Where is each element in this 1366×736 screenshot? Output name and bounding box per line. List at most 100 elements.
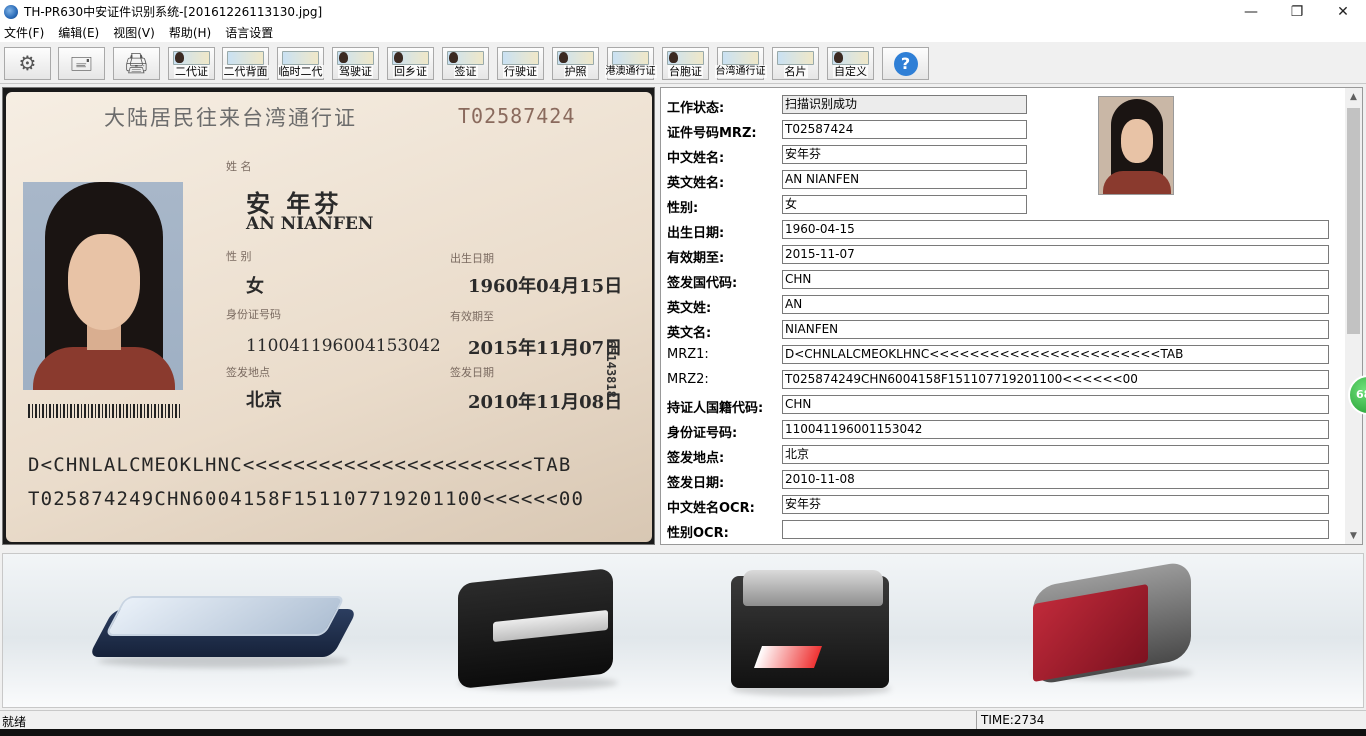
help-button[interactable]: ? [882,47,929,80]
window-controls: — ❐ ✕ [1228,0,1366,23]
scroll-up-icon[interactable]: ▲ [1345,88,1362,105]
field-label: 工作状态: [667,101,725,116]
toolbar-button-vehicle-license[interactable]: 行驶证 [497,47,544,80]
field-value[interactable]: 110041196001153042 [782,420,1329,439]
help-icon: ? [893,52,918,76]
toolbar-label: 二代背面 [222,65,269,78]
field-label: 签发国代码: [667,276,738,291]
field-label: 出生日期: [667,226,725,241]
field-value[interactable]: 女 [782,195,1027,214]
issue-date-label: 签发日期 [450,366,494,379]
close-button[interactable]: ✕ [1320,0,1366,23]
toolbar-button-custom[interactable]: 自定义 [827,47,874,80]
menu-view[interactable]: 视图(V) [113,24,155,41]
face-icon [559,52,568,63]
menu-file[interactable]: 文件(F) [4,24,44,41]
document-number: T02587424 [458,104,576,128]
scrollbar-thumb[interactable] [1347,108,1360,334]
toolbar-button-taiwan-card[interactable]: 台胞证 [662,47,709,80]
id-card-icon [612,51,649,65]
id-card-icon [722,51,759,65]
field-row: 出生日期: 1960-04-15 [661,217,1346,242]
title-bar: TH-PR630中安证件识别系统-[20161226113130.jpg] — … [0,0,1366,23]
minimize-button[interactable]: — [1228,0,1274,23]
issue-place-label: 签发地点 [226,366,270,379]
holder-photo [23,182,183,390]
scan-button[interactable]: 🖃 [58,47,105,80]
field-label: 性别: [667,201,699,216]
reader-icon: 🖨 [123,51,150,75]
field-value[interactable] [782,520,1329,539]
toolbar-label: 临时二代 [277,65,324,78]
field-row: 性别OCR: [661,517,1346,542]
reader-button[interactable]: 🖨 [113,47,160,80]
field-row: 英文姓: AN [661,292,1346,317]
field-row: 有效期至: 2015-11-07 [661,242,1346,267]
menu-bar: 文件(F) 编辑(E) 视图(V) 帮助(H) 语言设置 [0,23,1366,42]
field-row: 中文姓名OCR: 安年芬 [661,492,1346,517]
menu-help[interactable]: 帮助(H) [169,24,211,41]
id-card-icon [282,51,319,65]
toolbar-button-driver-license[interactable]: 驾驶证 [332,47,379,80]
scan-icon: 🖃 [69,51,94,75]
toolbar-button-visa[interactable]: 签证 [442,47,489,80]
face-icon [834,52,843,63]
field-value[interactable]: 安年芬 [782,495,1329,514]
id-number-label: 身份证号码 [226,308,281,321]
scroll-down-icon[interactable]: ▼ [1345,527,1362,544]
toolbar-label: 二代证 [174,65,209,78]
field-value[interactable]: 2010-11-08 [782,470,1329,489]
field-label: 持证人国籍代码: [667,401,764,416]
toolbar-button-taiwan-permit[interactable]: 台湾通行证 [714,47,767,80]
toolbar-button-hk-macau-permit[interactable]: 港澳通行证 [604,47,657,80]
toolbar-label: 名片 [783,65,808,78]
field-label: 中文姓名OCR: [667,501,755,516]
field-row: 证件号码MRZ: T02587424 [661,117,1346,142]
document-title: 大陆居民往来台湾通行证 [104,106,357,130]
window-title: TH-PR630中安证件识别系统-[20161226113130.jpg] [24,5,323,19]
id-number-value: 110041196004153042 [246,336,441,356]
face-icon [394,52,403,63]
field-value[interactable]: AN NIANFEN [782,170,1027,189]
toolbar-button-id-card-2-back[interactable]: 二代背面 [222,47,269,80]
field-label: 身份证号码: [667,426,738,441]
menu-edit[interactable]: 编辑(E) [58,24,99,41]
toolbar-button-home-return-permit[interactable]: 回乡证 [387,47,434,80]
inserted-card [753,646,823,668]
field-value[interactable]: 2015-11-07 [782,245,1329,264]
toolbar-button-passport[interactable]: 护照 [552,47,599,80]
field-value[interactable]: 北京 [782,445,1329,464]
field-row: 签发国代码: CHN [661,267,1346,292]
document-mrz-line-2: T025874249CHN6004158F151107719201100<<<<… [28,488,585,510]
toolbar-label: 台胞证 [668,65,703,78]
field-value[interactable]: 扫描识别成功 [782,95,1027,114]
field-value[interactable]: T02587424 [782,120,1027,139]
field-row: MRZ2: T025874249CHN6004158F1511077192011… [661,367,1346,392]
name-en: AN NIANFEN [246,214,374,234]
field-label: 签发地点: [667,451,725,466]
field-value[interactable]: NIANFEN [782,320,1329,339]
toolbar-button-business-card[interactable]: 名片 [772,47,819,80]
field-value[interactable]: 安年芬 [782,145,1027,164]
field-row: 性别: 女 [661,192,1346,217]
field-value[interactable]: CHN [782,270,1329,289]
taskbar [0,729,1366,736]
field-label: 中文姓名: [667,151,725,166]
sex-label: 性 别 [226,250,252,263]
vertical-scrollbar[interactable]: ▲ ▼ [1345,88,1362,544]
field-value[interactable]: AN [782,295,1329,314]
issue-date-value: 2010年11月08日 [468,392,623,413]
toolbar-button-temp-id[interactable]: 临时二代 [277,47,324,80]
maximize-button[interactable]: ❐ [1274,0,1320,23]
menu-language[interactable]: 语言设置 [225,24,273,41]
field-value[interactable]: D<CHNLALCMEOKLHNC<<<<<<<<<<<<<<<<<<<<<<<… [782,345,1329,364]
toolbar-button-id-card-2[interactable]: 二代证 [168,47,215,80]
settings-button[interactable]: ⚙ [4,47,51,80]
field-value[interactable]: T025874249CHN6004158F151107719201100<<<<… [782,370,1329,389]
toolbar-label: 行驶证 [503,65,538,78]
field-value[interactable]: CHN [782,395,1329,414]
toolbar-label: 签证 [453,65,478,78]
field-value[interactable]: 1960-04-15 [782,220,1329,239]
field-label: 证件号码MRZ: [667,126,757,141]
field-label: 英文名: [667,326,712,341]
